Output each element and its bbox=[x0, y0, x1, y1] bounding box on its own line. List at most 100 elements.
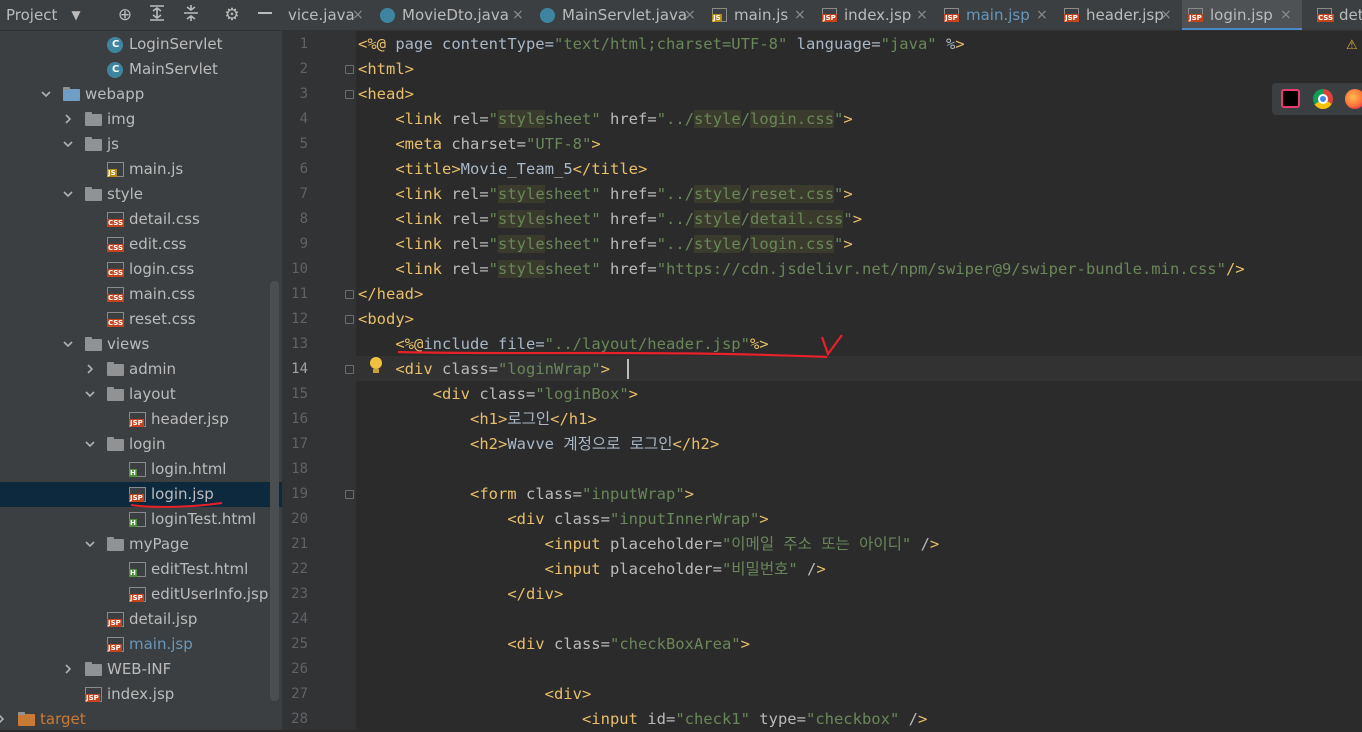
minimize-icon[interactable] bbox=[254, 4, 276, 26]
code-line[interactable]: <link rel="stylesheet" href="../style/re… bbox=[358, 182, 853, 207]
tree-item-mainservlet[interactable]: C MainServlet bbox=[0, 57, 282, 82]
tree-item-edit-css[interactable]: CSS edit.css bbox=[0, 232, 282, 257]
project-view-label[interactable]: Project bbox=[6, 6, 57, 24]
tree-scrollbar[interactable] bbox=[270, 281, 279, 701]
close-icon[interactable]: × bbox=[1160, 0, 1172, 30]
tree-item-edittest-html[interactable]: HeditTest.html bbox=[0, 557, 282, 582]
tree-item-index-jsp[interactable]: JSP index.jsp bbox=[0, 682, 282, 707]
target-icon[interactable]: ⊕ bbox=[114, 4, 136, 26]
code-line[interactable]: <body> bbox=[358, 307, 414, 332]
chrome-icon[interactable] bbox=[1313, 89, 1333, 109]
tab-main-jsp[interactable]: JSP main.jsp × bbox=[938, 0, 1058, 30]
code-line[interactable]: <link rel="stylesheet" href="../style/lo… bbox=[358, 232, 853, 257]
chevron-down-icon[interactable] bbox=[41, 89, 51, 99]
close-icon[interactable]: × bbox=[916, 0, 928, 30]
tree-item-main-jsp[interactable]: JSP main.jsp bbox=[0, 632, 282, 657]
tree-item-web-inf[interactable]: WEB-INF bbox=[0, 657, 282, 682]
code-line[interactable]: <input placeholder="이메일 주소 또는 아이디" /> bbox=[358, 532, 940, 557]
tab-mainservlet-java[interactable]: MainServlet.java × bbox=[534, 0, 706, 30]
code-line[interactable]: <head> bbox=[358, 82, 414, 107]
intellij-icon[interactable] bbox=[1281, 89, 1300, 108]
close-icon[interactable]: × bbox=[512, 0, 524, 30]
code-line[interactable]: <link rel="stylesheet" href="../style/lo… bbox=[358, 107, 853, 132]
close-icon[interactable]: × bbox=[1036, 0, 1048, 30]
warning-icon[interactable]: ⚠ bbox=[1346, 38, 1358, 53]
tree-item-js[interactable]: js bbox=[0, 132, 282, 157]
tree-item-layout[interactable]: layout bbox=[0, 382, 282, 407]
fold-marker-icon[interactable] bbox=[345, 65, 354, 74]
close-icon[interactable]: × bbox=[352, 0, 364, 30]
tree-item-detail-jsp[interactable]: JSP detail.jsp bbox=[0, 607, 282, 632]
code-line[interactable]: <div> bbox=[358, 682, 592, 707]
code-line[interactable]: <div class="checkBoxArea"> bbox=[358, 632, 750, 657]
code-line[interactable]: <meta charset="UTF-8"> bbox=[358, 132, 600, 157]
close-icon[interactable]: × bbox=[684, 0, 696, 30]
tab-moviedto-java[interactable]: MovieDto.java × bbox=[374, 0, 534, 30]
tree-item-main-css[interactable]: CSS main.css bbox=[0, 282, 282, 307]
tree-item-main-js[interactable]: JS main.js bbox=[0, 157, 282, 182]
chevron-right-icon[interactable] bbox=[63, 114, 73, 124]
tab-main-js[interactable]: JS main.js × bbox=[706, 0, 816, 30]
tree-item-views[interactable]: views bbox=[0, 332, 282, 357]
code-line[interactable]: <html> bbox=[358, 57, 414, 82]
code-line[interactable]: </div> bbox=[358, 582, 563, 607]
tab-deta[interactable]: CSS deta bbox=[1311, 0, 1362, 30]
tree-item-mypage[interactable]: myPage bbox=[0, 532, 282, 557]
code-line[interactable]: <div class="loginWrap"> bbox=[358, 357, 610, 382]
code-line[interactable]: <input id="check1" type="checkbox" /> bbox=[358, 707, 927, 732]
tree-item-loginservlet[interactable]: C LoginServlet bbox=[0, 32, 282, 57]
tree-item-logintest-html[interactable]: HloginTest.html bbox=[0, 507, 282, 532]
tree-item-admin[interactable]: admin bbox=[0, 357, 282, 382]
tab-index-jsp[interactable]: JSP index.jsp × bbox=[816, 0, 938, 30]
tree-item-login-css[interactable]: CSS login.css bbox=[0, 257, 282, 282]
tree-item-webapp[interactable]: webapp bbox=[0, 82, 282, 107]
code-line[interactable]: <h1>로그인</h1> bbox=[358, 407, 597, 432]
tree-item-header-jsp[interactable]: JSP header.jsp bbox=[0, 407, 282, 432]
tree-item-style[interactable]: style bbox=[0, 182, 282, 207]
tree-item-login[interactable]: login bbox=[0, 432, 282, 457]
code-line[interactable]: <link rel="stylesheet" href="../style/de… bbox=[358, 207, 862, 232]
tree-item-login-jsp[interactable]: JSP login.jsp bbox=[0, 482, 282, 507]
fold-marker-icon[interactable] bbox=[345, 490, 354, 499]
code-line[interactable]: <div class="loginBox"> bbox=[358, 382, 638, 407]
fold-marker-icon[interactable] bbox=[345, 90, 354, 99]
chevron-down-icon[interactable] bbox=[85, 389, 95, 399]
tab-vice-java[interactable]: vice.java × bbox=[282, 0, 374, 30]
fold-marker-icon[interactable] bbox=[345, 365, 354, 374]
code-line[interactable]: <input placeholder="비밀번호" /> bbox=[358, 557, 826, 582]
project-dropdown-icon[interactable]: ▼ bbox=[71, 8, 80, 22]
code-line[interactable]: <title>Movie_Team_5</title> bbox=[358, 157, 647, 182]
firefox-icon[interactable] bbox=[1345, 89, 1362, 109]
collapse-all-icon[interactable] bbox=[180, 4, 202, 26]
tab-login-jsp[interactable]: JSP login.jsp × bbox=[1182, 0, 1302, 30]
fold-marker-icon[interactable] bbox=[345, 315, 354, 324]
tree-item-detail-css[interactable]: CSS detail.css bbox=[0, 207, 282, 232]
code-line[interactable]: <form class="inputWrap"> bbox=[358, 482, 694, 507]
fold-marker-icon[interactable] bbox=[345, 290, 354, 299]
code-line[interactable]: <div class="inputInnerWrap"> bbox=[358, 507, 768, 532]
chevron-right-icon[interactable] bbox=[0, 714, 6, 724]
expand-all-icon[interactable] bbox=[146, 4, 168, 26]
chevron-down-icon[interactable] bbox=[63, 189, 73, 199]
chevron-right-icon[interactable] bbox=[85, 364, 95, 374]
code-line[interactable]: <%@include file="../layout/header.jsp"%> bbox=[358, 332, 768, 357]
gear-icon[interactable]: ⚙ bbox=[221, 4, 243, 26]
code-line[interactable]: <h2>Wavve 계정으로 로그인</h2> bbox=[358, 432, 719, 457]
tree-item-reset-css[interactable]: CSS reset.css bbox=[0, 307, 282, 332]
code-line[interactable]: <%@ page contentType="text/html;charset=… bbox=[358, 32, 965, 57]
tree-item-edituserinfo-jsp[interactable]: JSP editUserInfo.jsp bbox=[0, 582, 282, 607]
chevron-right-icon[interactable] bbox=[63, 664, 73, 674]
tree-item-target[interactable]: target bbox=[0, 707, 282, 730]
code-line[interactable]: </head> bbox=[358, 282, 423, 307]
close-icon[interactable]: × bbox=[794, 0, 806, 30]
tab-header-jsp[interactable]: JSP header.jsp × bbox=[1058, 0, 1182, 30]
chevron-down-icon[interactable] bbox=[85, 539, 95, 549]
tree-item-login-html[interactable]: Hlogin.html bbox=[0, 457, 282, 482]
chevron-down-icon[interactable] bbox=[85, 439, 95, 449]
code-line[interactable]: <link rel="stylesheet" href="https://cdn… bbox=[358, 257, 1245, 282]
chevron-down-icon[interactable] bbox=[63, 339, 73, 349]
close-icon[interactable]: × bbox=[1280, 0, 1292, 30]
tree-item-img[interactable]: img bbox=[0, 107, 282, 132]
chevron-down-icon[interactable] bbox=[63, 139, 73, 149]
intention-bulb-icon[interactable] bbox=[367, 355, 385, 377]
